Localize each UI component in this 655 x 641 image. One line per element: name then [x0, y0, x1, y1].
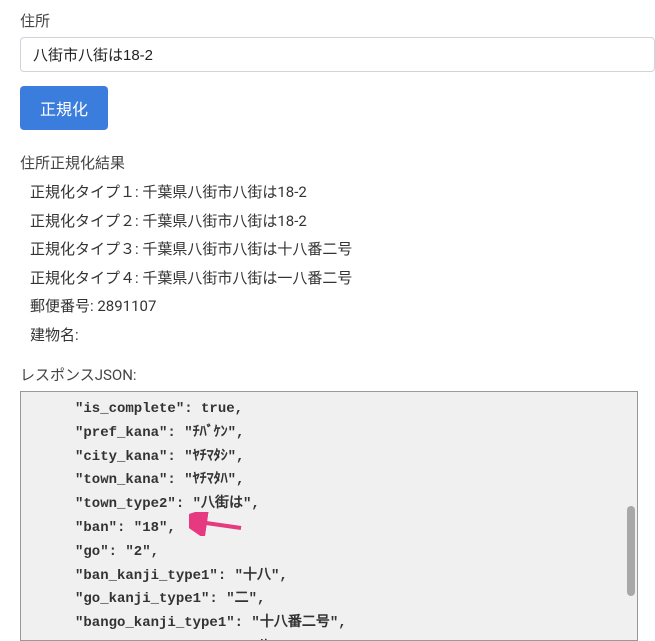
result-line: 正規化タイプ４: 千葉県八街市八街は一八番二号	[30, 267, 655, 290]
result-value: 2891107	[97, 297, 156, 315]
result-label: 建物名:	[30, 326, 79, 344]
result-label: 正規化タイプ４:	[30, 269, 139, 287]
result-label: 正規化タイプ３:	[30, 240, 139, 258]
result-value: 千葉県八街市八街は一八番二号	[142, 269, 352, 287]
result-value: 千葉県八街市八街は18-2	[142, 212, 306, 230]
response-json-box: "is_complete": true, "pref_kana": "ﾁﾊﾞｹﾝ…	[20, 391, 638, 641]
result-line: 正規化タイプ２: 千葉県八街市八街は18-2	[30, 210, 655, 233]
results-block: 正規化タイプ１: 千葉県八街市八街は18-2 正規化タイプ２: 千葉県八街市八街…	[20, 181, 655, 346]
address-label: 住所	[20, 10, 655, 31]
result-line: 建物名:	[30, 324, 655, 347]
scrollbar-thumb[interactable]	[627, 506, 635, 596]
result-value: 千葉県八街市八街は18-2	[142, 183, 306, 201]
scrollbar-track[interactable]	[625, 394, 635, 638]
result-label: 正規化タイプ１:	[30, 183, 139, 201]
response-json-title: レスポンスJSON:	[20, 364, 655, 385]
result-line: 正規化タイプ３: 千葉県八街市八街は十八番二号	[30, 238, 655, 261]
result-line: 郵便番号: 2891107	[30, 295, 655, 318]
result-line: 正規化タイプ１: 千葉県八街市八街は18-2	[30, 181, 655, 204]
result-label: 正規化タイプ２:	[30, 212, 139, 230]
response-json-content: "is_complete": true, "pref_kana": "ﾁﾊﾞｹﾝ…	[21, 392, 637, 641]
address-input[interactable]	[20, 37, 655, 72]
normalize-button[interactable]: 正規化	[20, 86, 108, 130]
result-label: 郵便番号:	[30, 297, 94, 315]
results-section-title: 住所正規化結果	[20, 152, 655, 173]
result-value: 千葉県八街市八街は十八番二号	[142, 240, 352, 258]
